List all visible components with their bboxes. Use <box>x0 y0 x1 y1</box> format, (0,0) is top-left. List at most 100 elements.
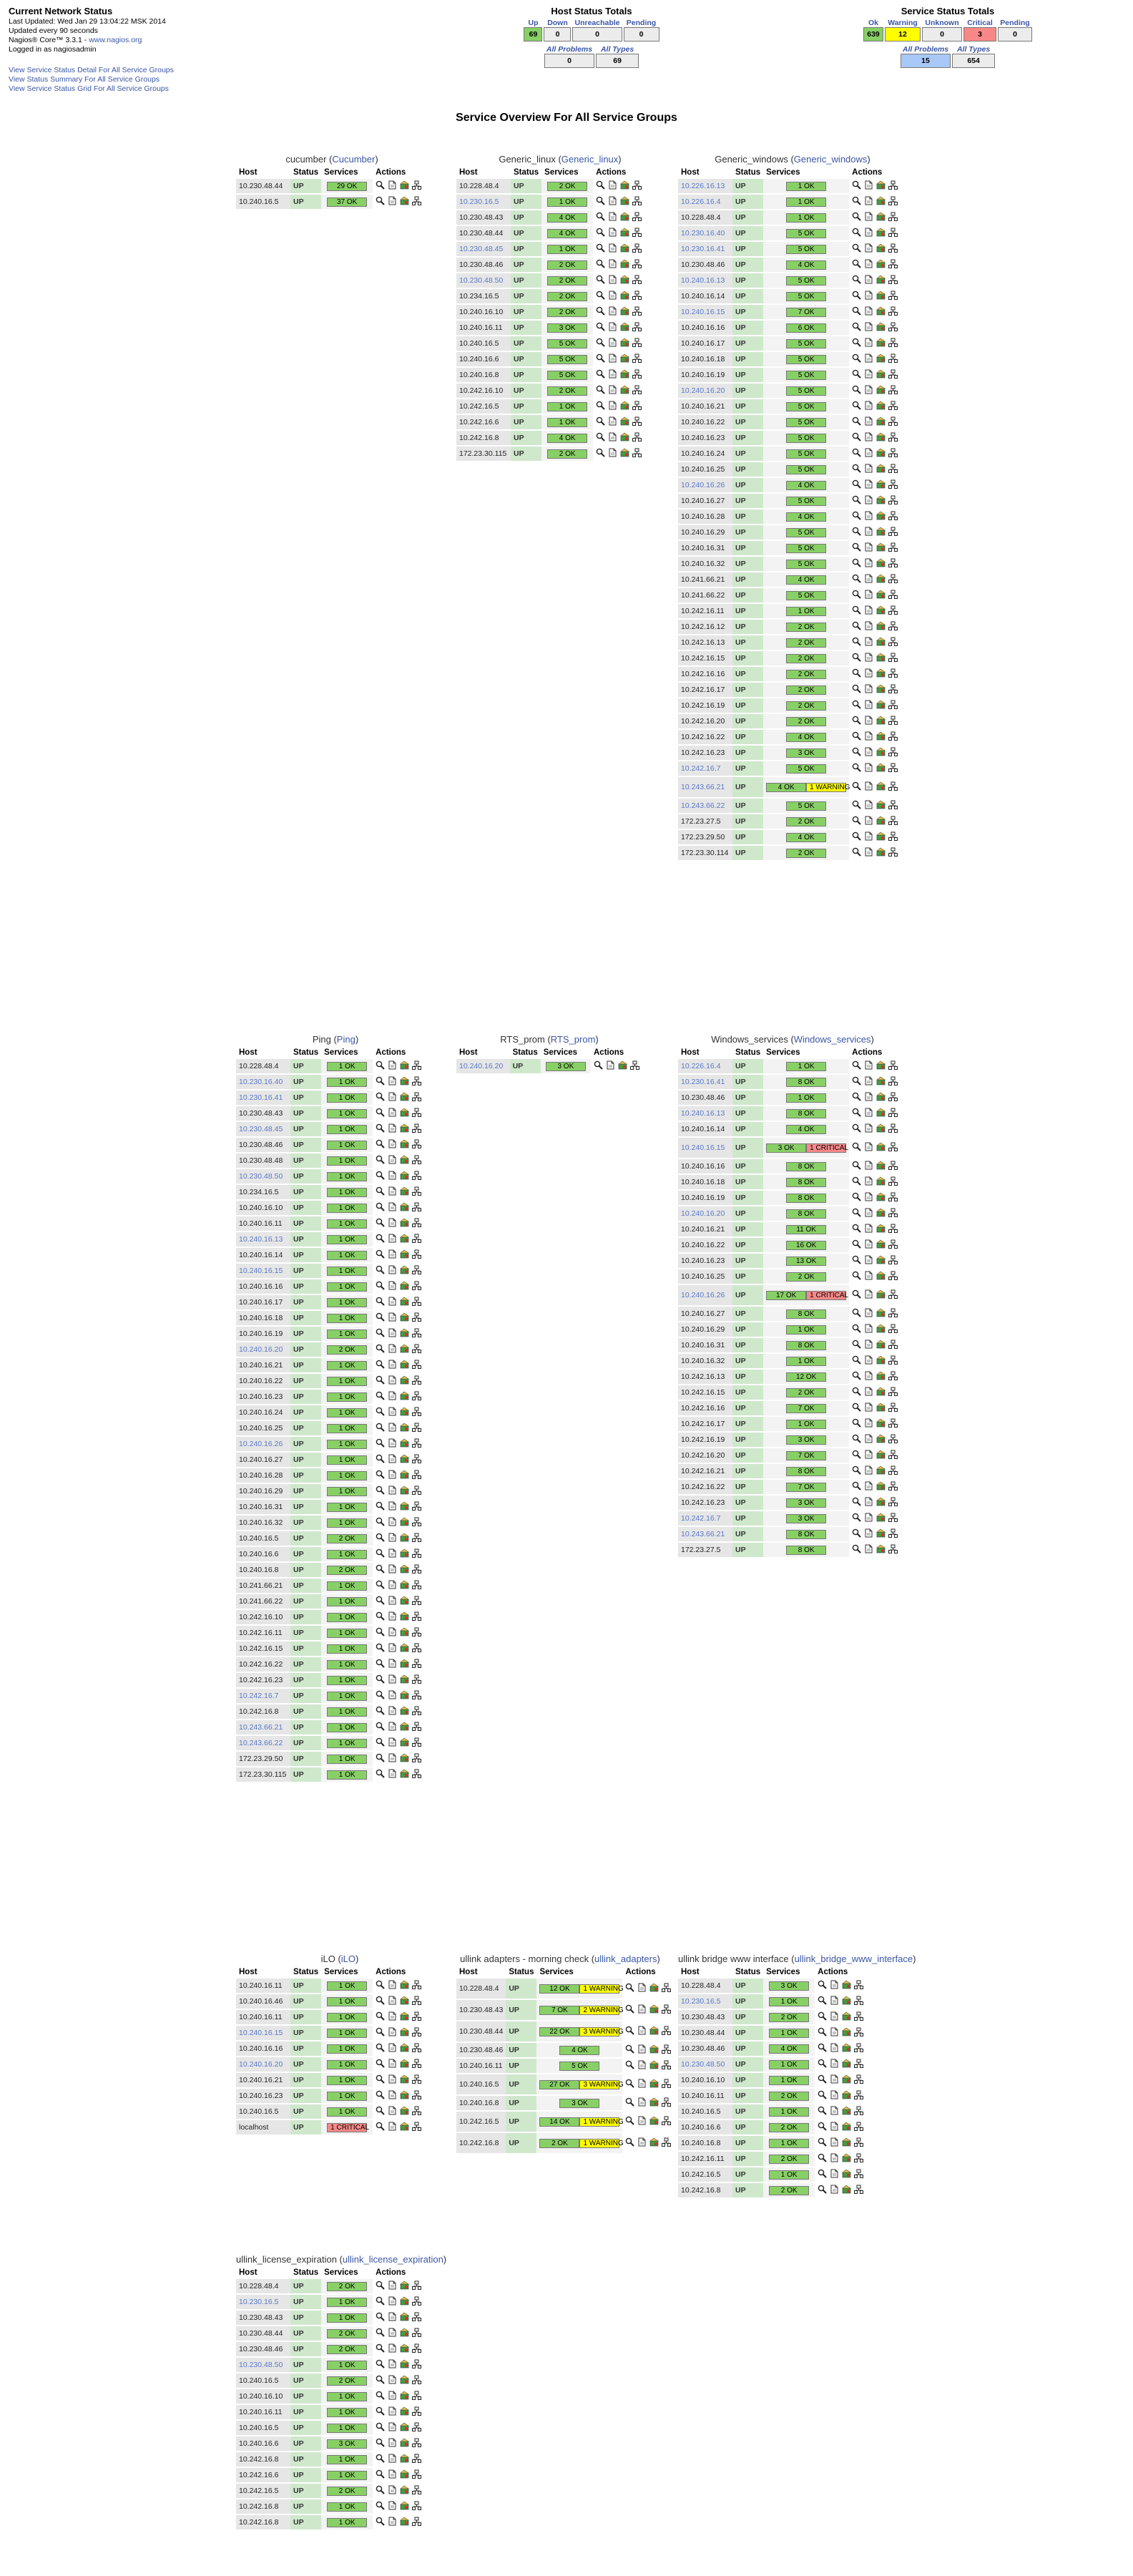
magnifier-icon[interactable] <box>376 1297 386 1306</box>
ok-badge[interactable]: 2 OK <box>786 716 827 726</box>
magnifier-icon[interactable] <box>596 306 606 316</box>
ok-badge[interactable]: 2 OK <box>547 449 588 459</box>
network-icon[interactable] <box>412 1407 422 1416</box>
ok-badge[interactable]: 1 OK <box>327 2454 368 2464</box>
host-link[interactable]: 10.240.16.16 <box>678 321 732 335</box>
network-icon[interactable] <box>888 558 898 567</box>
document-icon[interactable] <box>388 1580 397 1589</box>
host-link[interactable]: 10.240.16.29 <box>236 1484 290 1498</box>
network-icon[interactable] <box>888 1402 898 1412</box>
host-link[interactable]: 10.242.16.7 <box>678 761 732 776</box>
ok-badge[interactable]: 8 OK <box>786 1209 827 1219</box>
document-icon[interactable] <box>608 243 617 253</box>
host-link[interactable]: 10.240.16.24 <box>678 447 732 461</box>
magnifier-icon[interactable] <box>852 542 862 552</box>
host-map-icon[interactable] <box>876 700 886 709</box>
host-map-icon[interactable] <box>400 2328 409 2337</box>
network-icon[interactable] <box>888 590 898 599</box>
network-icon[interactable] <box>412 2296 422 2306</box>
host-map-icon[interactable] <box>876 1528 886 1538</box>
ok-badge[interactable]: 1 OK <box>786 1324 827 1335</box>
host-link[interactable]: 10.240.16.11 <box>236 1979 290 1993</box>
host-link[interactable]: 10.240.16.19 <box>678 1191 732 1205</box>
magnifier-icon[interactable] <box>376 1580 386 1589</box>
host-link[interactable]: 172.23.27.5 <box>678 1543 732 1557</box>
ok-badge[interactable]: 4 OK <box>766 782 807 792</box>
host-link[interactable]: 10.240.16.23 <box>678 431 732 445</box>
host-map-icon[interactable] <box>400 1375 409 1385</box>
host-link[interactable]: 10.240.16.25 <box>678 1269 732 1284</box>
host-map-icon[interactable] <box>876 621 886 630</box>
ok-badge[interactable]: 5 OK <box>559 2061 600 2071</box>
magnifier-icon[interactable] <box>852 1271 862 1280</box>
host-link[interactable]: 10.242.16.11 <box>678 604 732 618</box>
network-icon[interactable] <box>888 1271 898 1280</box>
warning-badge[interactable]: 3 WARNING <box>579 2079 624 2089</box>
ok-badge[interactable]: 1 OK <box>327 1581 368 1591</box>
group-alias-link[interactable]: Windows_services <box>794 1034 871 1045</box>
magnifier-icon[interactable] <box>376 1438 386 1448</box>
ok-badge[interactable]: 2 OK <box>769 2122 810 2132</box>
host-map-icon[interactable] <box>876 1497 886 1506</box>
host-map-icon[interactable] <box>876 831 886 841</box>
magnifier-icon[interactable] <box>852 621 862 630</box>
magnifier-icon[interactable] <box>852 1224 862 1233</box>
ok-badge[interactable]: 5 OK <box>786 543 827 553</box>
magnifier-icon[interactable] <box>376 1674 386 1684</box>
network-icon[interactable] <box>412 2422 422 2431</box>
host-link[interactable]: 10.242.16.5 <box>456 399 511 414</box>
host-map-icon[interactable] <box>876 684 886 693</box>
host-map-icon[interactable] <box>876 1142 886 1151</box>
network-icon[interactable] <box>412 2122 422 2131</box>
document-icon[interactable] <box>864 1123 873 1133</box>
magnifier-icon[interactable] <box>376 1737 386 1747</box>
ok-badge[interactable]: 1 OK <box>327 1282 368 1292</box>
host-link[interactable]: 10.240.16.14 <box>678 289 732 303</box>
ok-badge[interactable]: 2 OK <box>786 638 827 648</box>
network-icon[interactable] <box>412 1391 422 1400</box>
document-icon[interactable] <box>388 2090 397 2099</box>
host-map-icon[interactable] <box>400 2454 409 2463</box>
document-icon[interactable] <box>637 2097 647 2107</box>
host-map-icon[interactable] <box>400 1186 409 1196</box>
host-map-icon[interactable] <box>876 1224 886 1233</box>
host-link[interactable]: 10.242.16.8 <box>236 2452 290 2467</box>
document-icon[interactable] <box>830 2043 839 2052</box>
magnifier-icon[interactable] <box>376 1596 386 1605</box>
network-icon[interactable] <box>412 1171 422 1180</box>
document-icon[interactable] <box>864 605 873 615</box>
host-map-icon[interactable] <box>400 1202 409 1211</box>
document-icon[interactable] <box>388 2296 397 2306</box>
magnifier-icon[interactable] <box>818 2153 828 2162</box>
group-alias-link[interactable]: ullink_license_expiration <box>343 2254 443 2265</box>
network-icon[interactable] <box>662 2044 672 2054</box>
host-link[interactable]: 10.242.16.8 <box>236 1704 290 1719</box>
host-link[interactable]: 10.240.16.22 <box>678 415 732 429</box>
ok-badge[interactable]: 1 OK <box>327 1628 368 1638</box>
network-icon[interactable] <box>412 2312 422 2321</box>
magnifier-icon[interactable] <box>376 2280 386 2290</box>
network-icon[interactable] <box>412 1375 422 1385</box>
ok-badge[interactable]: 4 OK <box>547 213 588 223</box>
host-map-icon[interactable] <box>400 2359 409 2368</box>
network-icon[interactable] <box>888 1092 898 1101</box>
host-map-icon[interactable] <box>400 2438 409 2447</box>
ok-badge[interactable]: 8 OK <box>786 1161 827 1171</box>
magnifier-icon[interactable] <box>376 2011 386 2021</box>
document-icon[interactable] <box>388 1548 397 1558</box>
host-link[interactable]: 10.240.16.11 <box>456 2059 506 2073</box>
document-icon[interactable] <box>830 2169 839 2178</box>
host-link[interactable]: 172.23.30.115 <box>456 447 511 461</box>
magnifier-icon[interactable] <box>376 1076 386 1085</box>
document-icon[interactable] <box>608 291 617 300</box>
document-icon[interactable] <box>388 1454 397 1463</box>
document-icon[interactable] <box>864 637 873 646</box>
host-link[interactable]: 10.230.48.44 <box>678 2026 732 2040</box>
ok-badge[interactable]: 1 OK <box>327 1770 368 1780</box>
magnifier-icon[interactable] <box>852 1481 862 1491</box>
ok-badge[interactable]: 1 OK <box>327 2423 368 2433</box>
host-link[interactable]: 10.240.16.8 <box>456 2096 506 2110</box>
network-icon[interactable] <box>888 1450 898 1459</box>
document-icon[interactable] <box>388 1186 397 1196</box>
document-icon[interactable] <box>388 1407 397 1416</box>
